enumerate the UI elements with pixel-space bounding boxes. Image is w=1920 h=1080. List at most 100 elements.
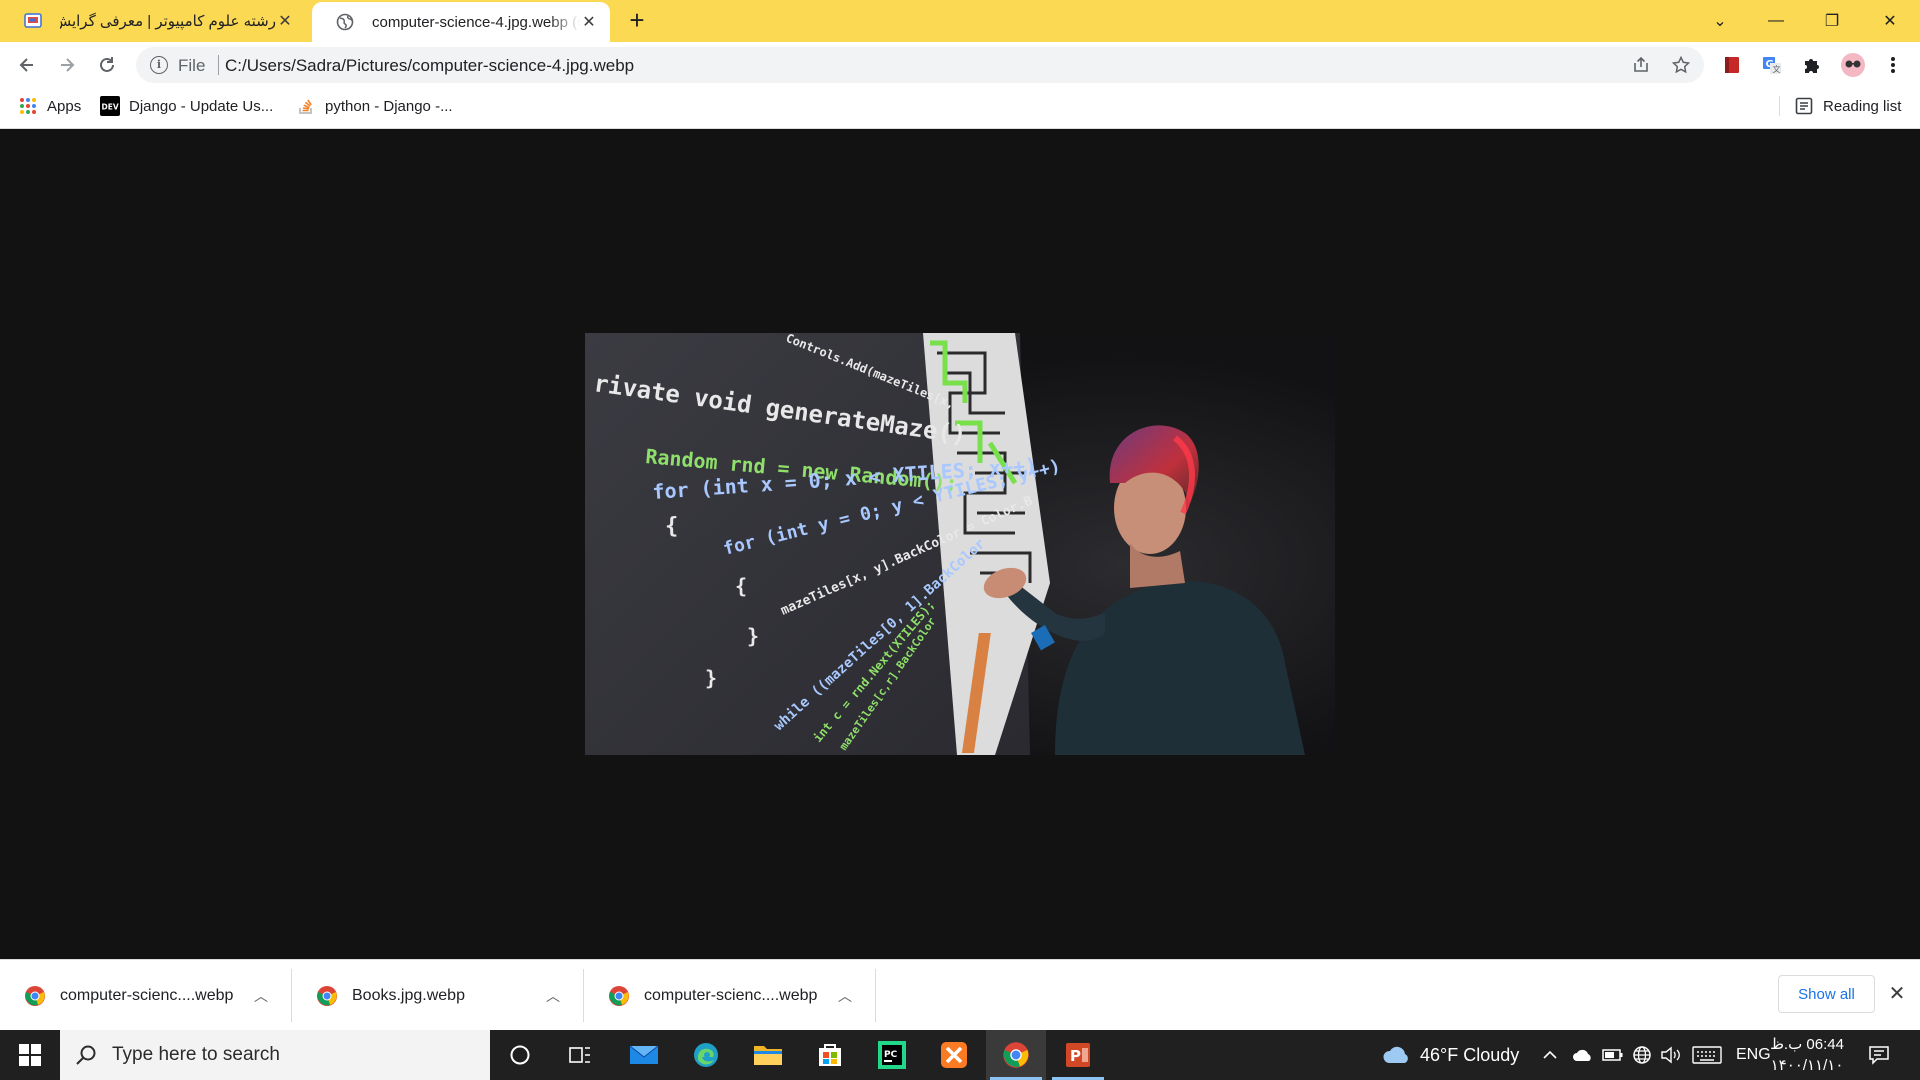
download-item[interactable]: computer-scienc....webp ︿ — [0, 969, 292, 1022]
chevron-up-icon[interactable]: ︿ — [541, 984, 565, 1008]
site-favicon-icon — [24, 12, 42, 30]
reading-list-label: Reading list — [1823, 97, 1902, 115]
code-line: { — [665, 514, 678, 539]
bookmark-label: Apps — [47, 97, 82, 115]
clock-time: 06:44 ب.ظ — [1770, 1036, 1844, 1053]
tab-title: computer-science-4.jpg.webp (60 — [372, 13, 580, 31]
minimize-button[interactable]: — — [1748, 0, 1804, 42]
chrome-file-icon — [609, 985, 629, 1006]
chrome-icon — [1003, 1042, 1029, 1068]
pycharm-icon: PC — [878, 1041, 906, 1069]
download-item[interactable]: Books.jpg.webp ︿ — [292, 969, 584, 1022]
new-tab-button[interactable]: + — [624, 7, 650, 34]
clock-date: ۱۴۰۰/۱۱/۱۰ — [1770, 1057, 1844, 1074]
taskbar-xampp[interactable] — [924, 1030, 984, 1080]
chrome-menu-icon[interactable] — [1882, 54, 1904, 76]
chrome-file-icon — [25, 985, 45, 1006]
chevron-up-icon[interactable]: ︿ — [833, 984, 857, 1008]
taskbar-store[interactable] — [800, 1030, 860, 1080]
profile-avatar-icon[interactable] — [1840, 52, 1866, 78]
cortana-icon — [510, 1045, 530, 1065]
close-shelf-icon[interactable]: ✕ — [1884, 980, 1910, 1006]
photo-illustration: rivate void generateMaze() Random rnd = … — [585, 333, 1335, 755]
code-line: { — [735, 574, 747, 598]
download-filename: Books.jpg.webp — [352, 986, 465, 1004]
keyboard-icon — [1692, 1046, 1722, 1064]
displayed-photo[interactable]: rivate void generateMaze() Random rnd = … — [585, 333, 1335, 755]
svg-text:DEV: DEV — [102, 103, 119, 112]
store-icon — [819, 1044, 841, 1066]
code-line: } — [705, 666, 717, 690]
chrome-file-icon — [317, 985, 337, 1006]
search-placeholder: Type here to search — [112, 1044, 280, 1065]
taskbar-powerpoint[interactable]: P — [1048, 1030, 1108, 1080]
bookmark-label: python - Django -... — [325, 97, 453, 115]
taskbar-pycharm[interactable]: PC — [862, 1030, 922, 1080]
tab-close-icon[interactable]: ✕ — [276, 12, 294, 30]
close-window-button[interactable]: ✕ — [1862, 0, 1918, 42]
cortana-button[interactable] — [490, 1030, 550, 1080]
pdf-extension-icon[interactable] — [1721, 54, 1743, 76]
speaker-icon — [1661, 1046, 1680, 1064]
show-all-button[interactable]: Show all — [1778, 975, 1875, 1013]
onedrive-cloud-icon — [1573, 1049, 1591, 1061]
forward-button[interactable] — [52, 50, 82, 80]
bookmark-star-icon[interactable] — [1670, 54, 1692, 76]
reload-button[interactable] — [92, 50, 122, 80]
reading-list-button[interactable]: Reading list — [1794, 88, 1901, 124]
edge-icon — [694, 1043, 718, 1067]
windows-taskbar: Type here to search PC P 46°F Cloudy ENG… — [0, 1030, 1920, 1080]
back-button[interactable] — [12, 50, 42, 80]
show-hidden-icons[interactable] — [1542, 1030, 1558, 1080]
clock[interactable]: 06:44 ب.ظ ۱۴۰۰/۱۱/۱۰ — [1764, 1034, 1850, 1078]
browser-toolbar: i File C:/Users/Sadra/Pictures/computer-… — [0, 42, 1920, 88]
folder-icon — [754, 1046, 782, 1065]
action-center-button[interactable] — [1868, 1030, 1890, 1080]
bookmark-python-django[interactable]: python - Django -... — [296, 88, 453, 124]
url-text[interactable]: C:/Users/Sadra/Pictures/computer-science… — [225, 56, 634, 76]
volume-tray[interactable] — [1660, 1030, 1682, 1080]
download-filename: computer-scienc....webp — [60, 986, 234, 1004]
tab-active[interactable]: computer-science-4.jpg.webp (60 ✕ — [312, 2, 610, 42]
download-filename: computer-scienc....webp — [644, 986, 818, 1004]
translate-extension-icon[interactable]: G文 — [1761, 54, 1783, 76]
weather-text: 46°F Cloudy — [1420, 1044, 1520, 1065]
weather-widget[interactable]: 46°F Cloudy — [1382, 1030, 1519, 1080]
task-view-button[interactable] — [550, 1030, 610, 1080]
bookmark-django-update[interactable]: DEV Django - Update Us... — [100, 88, 273, 124]
battery-tray[interactable] — [1602, 1030, 1624, 1080]
stackoverflow-icon — [296, 96, 316, 116]
taskbar-mail[interactable] — [614, 1030, 674, 1080]
tab-close-icon[interactable]: ✕ — [580, 13, 598, 31]
share-icon[interactable] — [1630, 54, 1652, 76]
tab-inactive[interactable]: رشته علوم کامپیوتر | معرفی گرایش ✕ — [0, 0, 306, 42]
taskbar-file-explorer[interactable] — [738, 1030, 798, 1080]
taskbar-search-box[interactable]: Type here to search — [60, 1030, 490, 1080]
globe-network-icon — [1633, 1046, 1651, 1064]
svg-text:P: P — [1070, 1047, 1081, 1065]
address-bar[interactable]: i File C:/Users/Sadra/Pictures/computer-… — [136, 47, 1704, 83]
site-info-icon[interactable]: i — [150, 56, 168, 74]
download-item[interactable]: computer-scienc....webp ︿ — [584, 969, 876, 1022]
url-separator — [218, 55, 219, 75]
extensions-puzzle-icon[interactable] — [1801, 54, 1823, 76]
notifications-icon — [1869, 1046, 1889, 1065]
start-button[interactable] — [0, 1030, 60, 1080]
taskbar-chrome[interactable] — [986, 1030, 1046, 1080]
reading-list-icon — [1794, 96, 1814, 116]
chevron-up-icon[interactable]: ︿ — [249, 984, 273, 1008]
tab-search-icon[interactable]: ⌄ — [1692, 0, 1748, 42]
network-tray[interactable] — [1632, 1030, 1652, 1080]
mail-icon — [629, 1045, 659, 1064]
windows-logo-icon — [19, 1044, 41, 1066]
keyboard-tray[interactable] — [1692, 1030, 1722, 1080]
onedrive-tray[interactable] — [1572, 1030, 1594, 1080]
xampp-icon — [941, 1042, 967, 1068]
bookmark-apps[interactable]: Apps — [18, 88, 81, 124]
taskbar-edge[interactable] — [676, 1030, 736, 1080]
code-line: } — [747, 624, 759, 648]
task-view-icon — [569, 1047, 590, 1063]
apps-grid-icon — [18, 96, 38, 116]
bookmarks-bar: Apps DEV Django - Update Us... python - … — [0, 88, 1920, 129]
restore-button[interactable]: ❐ — [1804, 0, 1860, 42]
